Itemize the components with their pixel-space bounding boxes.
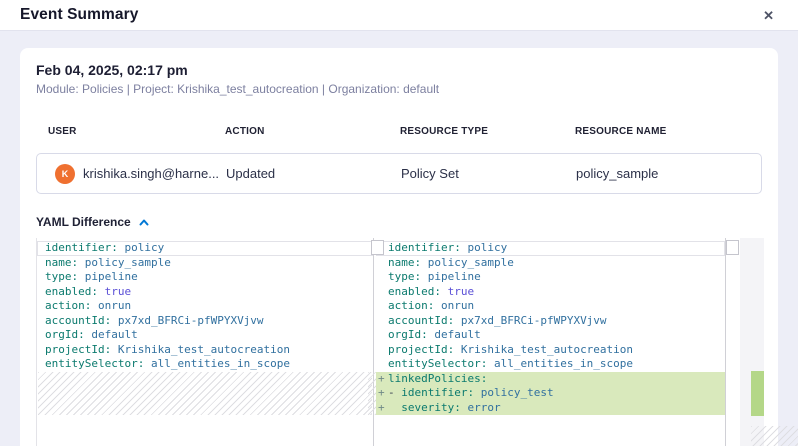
event-timestamp: Feb 04, 2025, 02:17 pm [36, 62, 762, 79]
code-line: entitySelector: all_entities_in_scope [376, 357, 725, 372]
user-email: krishika.singh@harne... [83, 166, 219, 181]
yaml-difference-label: YAML Difference [36, 215, 131, 229]
modal-title: Event Summary [20, 6, 138, 24]
scrollbar-thumb[interactable] [371, 240, 384, 255]
code-line: projectId: Krishika_test_autocreation [376, 343, 725, 358]
code-line: enabled: true [376, 285, 725, 300]
code-line: identifier: policy [37, 241, 373, 256]
code-line: entitySelector: all_entities_in_scope [37, 357, 373, 372]
code-line: accountId: px7xd_BFRCi-pfWPYXVjvw [37, 314, 373, 329]
diff-right-code: identifier: policyname: policy_sampletyp… [376, 238, 725, 415]
user-cell: K krishika.singh@harne... [55, 164, 226, 184]
resource-name-cell: policy_sample [576, 166, 761, 181]
code-line: orgId: default [376, 328, 725, 343]
overview-placeholder-hatch [751, 426, 798, 446]
code-line: type: pipeline [376, 270, 725, 285]
diff-added-marker: + [378, 401, 385, 416]
table-row: K krishika.singh@harne... Updated Policy… [36, 153, 762, 194]
diff-overview-ruler[interactable] [740, 238, 764, 446]
diff-left-code: identifier: policyname: policy_sampletyp… [37, 238, 373, 372]
code-line: name: policy_sample [37, 256, 373, 271]
modal-header: Event Summary ✕ [0, 0, 798, 31]
diff-gutter-hatch [368, 372, 376, 416]
diff-added-marker: + [378, 372, 385, 387]
diff-modified-pane[interactable]: identifier: policyname: policy_sampletyp… [376, 238, 726, 446]
column-header-action: ACTION [225, 126, 400, 138]
code-line: action: onrun [37, 299, 373, 314]
resource-type-cell: Policy Set [401, 166, 576, 181]
yaml-difference-toggle[interactable]: YAML Difference [36, 215, 150, 229]
code-line: + severity: error [376, 401, 725, 416]
diff-added-marker: + [378, 386, 385, 401]
modal-body: Feb 04, 2025, 02:17 pm Module: Policies … [0, 31, 798, 446]
chevron-up-icon [138, 217, 150, 228]
code-line: accountId: px7xd_BFRCi-pfWPYXVjvw [376, 314, 725, 329]
code-line: +linkedPolicies: [376, 372, 725, 387]
column-header-resource-name: RESOURCE NAME [575, 126, 762, 138]
scrollbar-thumb[interactable] [726, 240, 739, 255]
event-card: Feb 04, 2025, 02:17 pm Module: Policies … [20, 48, 778, 446]
code-line: enabled: true [37, 285, 373, 300]
close-button[interactable]: ✕ [761, 7, 776, 24]
action-cell: Updated [226, 166, 401, 181]
avatar: K [55, 164, 75, 184]
code-line: action: onrun [376, 299, 725, 314]
code-line: +- identifier: policy_test [376, 386, 725, 401]
code-line: identifier: policy [376, 241, 725, 256]
yaml-diff-viewer: identifier: policyname: policy_sampletyp… [36, 238, 762, 446]
close-icon: ✕ [763, 8, 774, 23]
code-line: name: policy_sample [376, 256, 725, 271]
overview-added-marker [751, 371, 764, 416]
diff-original-pane[interactable]: identifier: policyname: policy_sampletyp… [36, 238, 374, 446]
diff-placeholder-hatch [38, 372, 372, 416]
column-header-user: USER [48, 126, 225, 138]
code-line: type: pipeline [37, 270, 373, 285]
code-line: orgId: default [37, 328, 373, 343]
code-line: projectId: Krishika_test_autocreation [37, 343, 373, 358]
event-meta: Module: Policies | Project: Krishika_tes… [36, 82, 762, 96]
column-header-resource-type: RESOURCE TYPE [400, 126, 575, 138]
table-header-row: USER ACTION RESOURCE TYPE RESOURCE NAME [36, 126, 762, 138]
